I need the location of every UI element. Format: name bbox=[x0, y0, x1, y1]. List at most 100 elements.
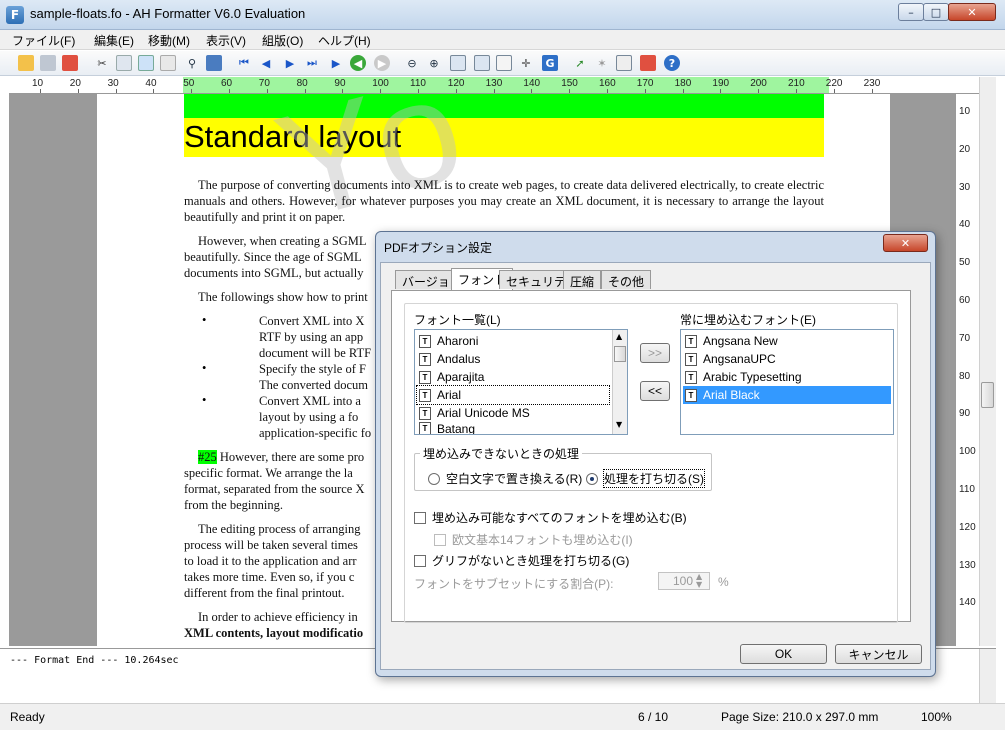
menu-help[interactable]: ヘルプ(H) bbox=[318, 32, 371, 49]
spin-down-icon[interactable]: ▼ bbox=[696, 580, 702, 589]
list-item[interactable]: T Batang bbox=[417, 422, 609, 434]
prev-page-icon[interactable]: ◀ bbox=[258, 55, 274, 71]
option-pdf-icon[interactable] bbox=[640, 55, 656, 71]
bullet-3-line-1: Convert XML into a bbox=[259, 394, 361, 408]
scroll-down-icon[interactable]: ▼ bbox=[616, 420, 622, 429]
status-page-size: Page Size: 210.0 x 297.0 mm bbox=[721, 710, 879, 724]
paragraph-3: The followings show how to print bbox=[198, 290, 368, 304]
vertical-ruler-label: 110 bbox=[959, 484, 975, 495]
radio-abort-circle[interactable] bbox=[586, 472, 598, 485]
tab-compression[interactable]: 圧縮 bbox=[563, 270, 602, 289]
dialog-close-button[interactable]: ✕ bbox=[883, 234, 928, 252]
ruler-label: 200 bbox=[750, 78, 767, 89]
checkbox-base14-box[interactable] bbox=[434, 533, 446, 546]
checkbox-base14[interactable]: 欧文基本14フォントも埋め込む(I) bbox=[434, 531, 633, 548]
list-item[interactable]: T Arabic Typesetting bbox=[683, 368, 891, 386]
truetype-font-icon: T bbox=[685, 388, 697, 402]
ok-button[interactable]: OK bbox=[740, 644, 827, 664]
checkbox-embed-all[interactable]: 埋め込み可能なすべてのフォントを埋め込む(B) bbox=[414, 509, 687, 526]
fit-width-icon[interactable] bbox=[474, 55, 490, 71]
checkbox-embed-all-box[interactable] bbox=[414, 511, 426, 524]
ruler-label: 30 bbox=[107, 78, 119, 89]
vertical-scrollbar[interactable] bbox=[979, 77, 996, 646]
radio-abort[interactable]: 処理を打ち切る(S) bbox=[586, 469, 705, 488]
ruler-label: 230 bbox=[863, 78, 881, 89]
font-list[interactable]: T Aharoni T Andalus T Aparajita T Arial T Ari… bbox=[414, 329, 628, 435]
print-icon[interactable] bbox=[40, 55, 56, 71]
checkbox-glyph-abort-box[interactable] bbox=[414, 554, 426, 567]
tab-other[interactable]: その他 bbox=[601, 270, 652, 289]
option-icon[interactable] bbox=[616, 55, 632, 71]
settings-doc-icon[interactable] bbox=[160, 55, 176, 71]
format-icon[interactable]: G bbox=[542, 55, 558, 71]
vertical-ruler-label: 120 bbox=[959, 521, 976, 533]
page-view-icon[interactable] bbox=[496, 55, 512, 71]
paragraph-4-line-1: #25 However, there are some pro bbox=[198, 449, 364, 465]
list-item[interactable]: T Angsana New bbox=[683, 332, 891, 350]
crosshair-icon[interactable]: ✛ bbox=[518, 55, 534, 71]
export-icon[interactable]: ➚ bbox=[572, 55, 588, 71]
add-font-button[interactable]: >> bbox=[640, 343, 670, 363]
edit-icon[interactable] bbox=[138, 55, 154, 71]
vertical-ruler-label: 30 bbox=[959, 181, 971, 193]
font-list-scrollbar[interactable]: ▲ ▼ bbox=[612, 330, 627, 434]
chart-icon[interactable] bbox=[206, 55, 222, 71]
next-page-icon[interactable]: ▶ bbox=[282, 55, 298, 71]
list-item[interactable]: T Arial bbox=[416, 385, 610, 405]
bullet-3: • bbox=[202, 393, 207, 407]
list-item[interactable]: T Andalus bbox=[417, 350, 609, 368]
menu-file[interactable]: ファイル(F) bbox=[12, 32, 75, 49]
ruler-label: 60 bbox=[221, 78, 233, 89]
list-item[interactable]: T Aharoni bbox=[417, 332, 609, 350]
vertical-ruler: 10 20 30 40 50 60 70 80 90 100 110 120 130 140 bbox=[955, 94, 979, 646]
help-icon[interactable]: ? bbox=[664, 55, 680, 71]
subset-value: 100 bbox=[673, 574, 694, 588]
bullet-2-line-1: Specify the style of F bbox=[259, 362, 366, 376]
embed-font-list[interactable]: T Angsana New T AngsanaUPC T Arabic Typeset… bbox=[680, 329, 894, 435]
radio-replace-circle[interactable] bbox=[428, 472, 440, 485]
open-folder-icon[interactable] bbox=[18, 55, 34, 71]
radio-replace[interactable]: 空白文字で置き換える(R) bbox=[428, 470, 582, 487]
tag-25: #25 bbox=[198, 450, 217, 464]
list-item[interactable]: T AngsanaUPC bbox=[683, 350, 891, 368]
vertical-scroll-thumb[interactable] bbox=[981, 382, 994, 408]
log-scrollbar[interactable] bbox=[979, 649, 996, 703]
ruler-label: 10 bbox=[32, 78, 44, 89]
subset-spinner[interactable]: 100 ▲ ▼ bbox=[658, 572, 710, 590]
menu-format[interactable]: 組版(O) bbox=[262, 32, 303, 49]
ruler-label: 20 bbox=[69, 78, 81, 89]
menu-edit[interactable]: 編集(E) bbox=[94, 32, 134, 49]
stop-icon[interactable]: ✶ bbox=[594, 55, 610, 71]
first-page-icon[interactable]: ⏮ bbox=[236, 55, 252, 71]
last-page-icon[interactable]: ⏭ bbox=[304, 55, 320, 71]
scroll-up-icon[interactable]: ▲ bbox=[616, 332, 622, 341]
copy-icon[interactable] bbox=[116, 55, 132, 71]
truetype-font-icon: T bbox=[419, 422, 431, 434]
truetype-font-icon: T bbox=[419, 334, 431, 348]
unembeddable-group-label: 埋め込みできないときの処理 bbox=[420, 445, 583, 462]
pdf-icon[interactable] bbox=[62, 55, 78, 71]
menu-move[interactable]: 移動(M) bbox=[148, 32, 190, 49]
vertical-ruler-label: 140 bbox=[959, 597, 976, 609]
close-button[interactable]: ✕ bbox=[948, 3, 996, 21]
paragraph-1: The purpose of converting documents into… bbox=[184, 178, 824, 224]
list-item[interactable]: T Aparajita bbox=[417, 368, 609, 386]
remove-font-button[interactable]: << bbox=[640, 381, 670, 401]
bullet-3-line-3: application-specific fo bbox=[259, 426, 372, 440]
truetype-font-icon: T bbox=[419, 388, 431, 402]
paragraph-5-line-2: process will be taken several times bbox=[184, 538, 358, 552]
menu-view[interactable]: 表示(V) bbox=[206, 32, 246, 49]
cut-icon[interactable]: ✂ bbox=[94, 55, 110, 71]
font-list-scroll-thumb[interactable] bbox=[614, 346, 626, 362]
maximize-button[interactable]: □ bbox=[923, 3, 949, 21]
find-icon[interactable]: ⚲ bbox=[184, 55, 200, 71]
app-icon: F bbox=[6, 6, 24, 24]
truetype-font-icon: T bbox=[419, 352, 431, 366]
cancel-button[interactable]: キャンセル bbox=[835, 644, 922, 664]
checkbox-glyph-abort[interactable]: グリフがないとき処理を打ち切る(G) bbox=[414, 552, 629, 569]
minimize-button[interactable]: – bbox=[898, 3, 924, 21]
checkbox-base14-label: 欧文基本14フォントも埋め込む(I) bbox=[452, 533, 633, 547]
paragraph-5-line-1: The editing process of arranging bbox=[198, 522, 361, 536]
list-item[interactable]: T Arial Unicode MS bbox=[417, 404, 609, 422]
list-item-selected[interactable]: T Arial Black bbox=[683, 386, 891, 404]
